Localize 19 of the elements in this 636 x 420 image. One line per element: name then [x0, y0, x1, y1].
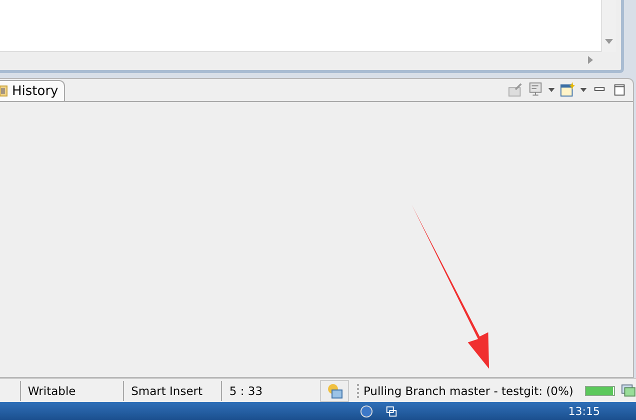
progress-text: Pulling Branch master - testgit: (0%): [357, 384, 574, 398]
progress-button[interactable]: [320, 380, 350, 402]
scroll-down-icon[interactable]: [605, 39, 613, 44]
document-icon: [0, 85, 8, 97]
caret-icon[interactable]: [548, 88, 555, 92]
maximize-icon[interactable]: [612, 82, 627, 97]
history-tab[interactable]: History: [0, 80, 66, 101]
monitor-icon[interactable]: [528, 82, 543, 97]
sync-icon: [326, 382, 343, 398]
window-icon[interactable]: [560, 82, 575, 97]
status-field: Smart Insert: [124, 380, 222, 400]
clock[interactable]: 13:15: [568, 404, 600, 418]
progress-view-icon[interactable]: [621, 383, 636, 398]
globe-icon[interactable]: [360, 404, 373, 418]
network-icon[interactable]: [385, 404, 398, 418]
scroll-right-icon[interactable]: [588, 56, 593, 64]
status-field: 5 : 33: [222, 380, 320, 400]
status-field: Writable: [20, 380, 124, 400]
caret-icon[interactable]: [580, 88, 587, 92]
